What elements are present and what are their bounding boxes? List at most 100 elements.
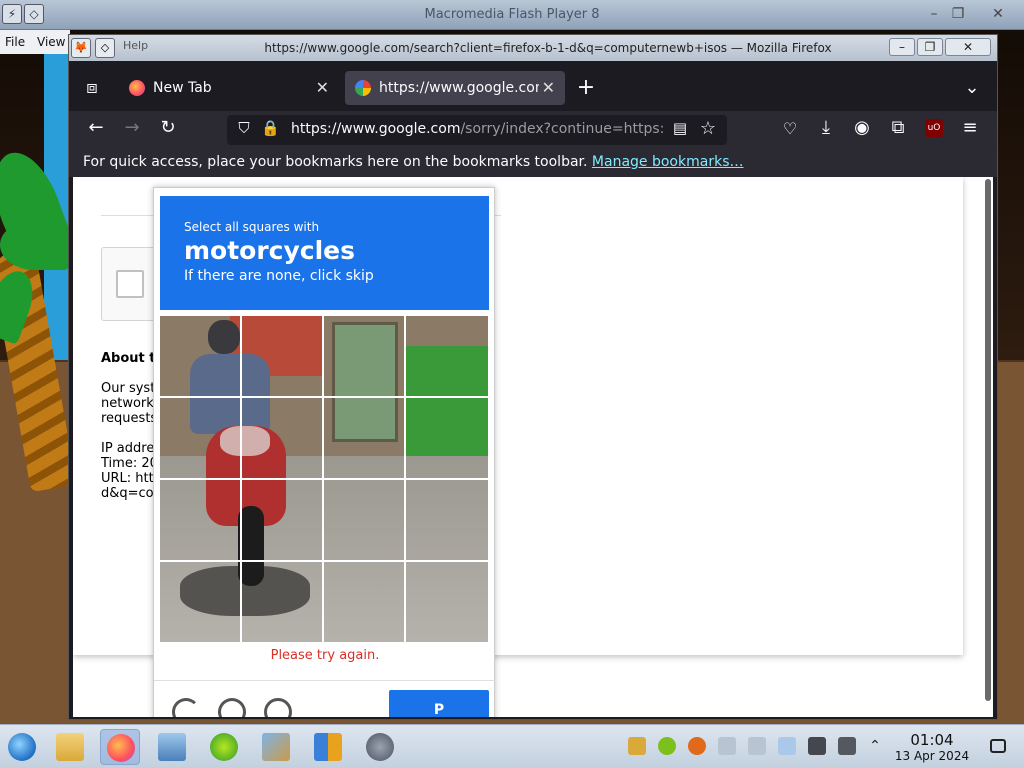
skip-button[interactable]: P — [389, 690, 489, 717]
scene-wall-green — [406, 346, 488, 456]
page-scrollbar[interactable] — [985, 179, 991, 701]
add-icon — [210, 733, 238, 761]
shield-icon[interactable]: ⛉ — [235, 119, 253, 137]
flash-icon — [366, 733, 394, 761]
folder-icon — [56, 733, 84, 761]
google-icon — [355, 80, 371, 96]
list-tabs-icon[interactable]: ⌄ — [961, 77, 983, 98]
url-text[interactable]: https://www.google.com/sorry/index?conti… — [291, 121, 663, 137]
firefox-view-icon[interactable]: ⧈ — [81, 77, 103, 98]
sorry-line: Time: 20 — [101, 456, 158, 471]
scene-door-green — [332, 322, 398, 442]
firefox-titlebar[interactable]: 🦊 ◇ Help https://www.google.com/search?c… — [69, 35, 997, 61]
star-icon[interactable]: ☆ — [699, 118, 717, 139]
tray-volume-muted-icon[interactable] — [838, 737, 856, 755]
url-host: https://www.google.com — [291, 121, 461, 137]
challenge-header: Select all squares with motorcycles If t… — [160, 196, 489, 310]
flash-menubar: File View — [0, 30, 70, 54]
url-path: /sorry/index?continue=https: — [460, 121, 663, 137]
motorcycle-headlight — [220, 426, 270, 456]
skip-button-label: P — [433, 702, 445, 717]
taskbar-firefox[interactable] — [100, 729, 140, 765]
recaptcha-challenge: Select all squares with motorcycles If t… — [153, 187, 496, 717]
menu-view[interactable]: View — [37, 35, 65, 49]
new-tab-icon[interactable]: + — [575, 75, 597, 100]
extensions-icon[interactable]: ⧉ — [887, 117, 909, 138]
bookmarks-hint: For quick access, place your bookmarks h… — [83, 154, 588, 170]
account-icon[interactable]: ◉ — [851, 117, 873, 138]
minimize-icon[interactable]: – — [889, 38, 915, 56]
clock-time: 01:04 — [910, 731, 954, 749]
download-icon[interactable]: ⤓ — [815, 117, 837, 138]
show-desktop-icon[interactable] — [990, 739, 1006, 753]
challenge-hint: If there are none, click skip — [184, 268, 374, 284]
taskbar-cleaner[interactable] — [256, 729, 296, 765]
maximize-icon[interactable]: ❐ — [946, 4, 970, 24]
palm-leaf — [0, 220, 70, 270]
tab-label: New Tab — [153, 80, 212, 96]
tray-usb-icon[interactable] — [778, 737, 796, 755]
tray-cleaner-icon[interactable] — [628, 737, 646, 755]
taskbar-file-manager[interactable] — [50, 729, 90, 765]
close-icon[interactable]: ✕ — [986, 4, 1010, 24]
menu-help[interactable]: Help — [123, 39, 148, 52]
flash-window-title: Macromedia Flash Player 8 — [424, 7, 600, 22]
audio-challenge-icon[interactable] — [218, 698, 246, 717]
flash-window-titlebar[interactable]: ⚡ ◇ Macromedia Flash Player 8 – ❐ ✕ — [0, 0, 1024, 30]
recaptcha-checkbox[interactable] — [116, 270, 144, 298]
tray-keyboard-icon[interactable] — [748, 737, 766, 755]
sorry-line: requests — [101, 411, 158, 426]
firefox-icon — [107, 734, 135, 762]
tray-add-icon[interactable] — [658, 737, 676, 755]
back-icon[interactable]: ← — [85, 117, 107, 138]
reload-challenge-icon[interactable] — [172, 698, 200, 717]
sorry-line: network. — [101, 396, 158, 411]
lock-icon[interactable]: 🔒 — [261, 119, 280, 137]
info-icon[interactable] — [264, 698, 292, 717]
taskbar-clock[interactable]: 01:04 13 Apr 2024 — [890, 731, 974, 763]
close-tab-icon[interactable]: ✕ — [542, 78, 555, 97]
tray-keyboard-icon[interactable] — [718, 737, 736, 755]
challenge-target: motorcycles — [184, 236, 356, 265]
reader-icon[interactable]: ▤ — [671, 119, 689, 137]
menu-file[interactable]: File — [5, 35, 25, 49]
grid-divider — [160, 560, 488, 562]
firefox-window: 🦊 ◇ Help https://www.google.com/search?c… — [68, 34, 998, 720]
grid-divider — [160, 478, 488, 480]
minimize-icon[interactable]: – — [922, 4, 946, 24]
taskbar-control-panel[interactable] — [152, 729, 192, 765]
close-icon[interactable]: ✕ — [945, 38, 991, 56]
taskbar-archive[interactable] — [308, 729, 348, 765]
maximize-icon[interactable]: ❐ — [917, 38, 943, 56]
window-menu-icon[interactable]: ◇ — [95, 38, 115, 58]
start-button[interactable] — [2, 729, 42, 765]
windows-logo-icon — [8, 733, 36, 761]
archive-icon — [314, 733, 342, 761]
challenge-error: Please try again. — [270, 648, 380, 663]
rider-helmet — [208, 320, 240, 354]
tab-google[interactable]: https://www.google.com/ ✕ — [345, 71, 565, 105]
rider-body — [190, 354, 270, 434]
broom-icon — [262, 733, 290, 761]
tab-new-tab[interactable]: New Tab ✕ — [119, 71, 339, 105]
pocket-icon[interactable]: ♡ — [779, 119, 801, 138]
grid-divider — [160, 396, 488, 398]
taskbar: ⌃ 01:04 13 Apr 2024 — [0, 724, 1024, 768]
challenge-image-grid[interactable] — [160, 316, 488, 642]
tray-stop-icon[interactable] — [688, 737, 706, 755]
ublock-icon[interactable]: uO — [925, 119, 943, 137]
firefox-icon — [129, 80, 145, 96]
menu-icon[interactable]: ≡ — [959, 117, 981, 138]
tray-expand-icon[interactable]: ⌃ — [866, 737, 884, 755]
bookmarks-toolbar: For quick access, place your bookmarks h… — [69, 149, 997, 177]
tray-clipboard-icon[interactable] — [808, 737, 826, 755]
url-bar[interactable]: ⛉ 🔒 https://www.google.com/sorry/index?c… — [227, 115, 727, 145]
taskbar-add-app[interactable] — [204, 729, 244, 765]
navigation-toolbar: ← → ↻ ⛉ 🔒 https://www.google.com/sorry/i… — [69, 111, 997, 149]
manage-bookmarks-link[interactable]: Manage bookmarks… — [592, 154, 744, 170]
reload-icon[interactable]: ↻ — [157, 117, 179, 138]
taskbar-flash-player[interactable] — [360, 729, 400, 765]
forward-icon[interactable]: → — [121, 117, 143, 138]
control-panel-icon — [158, 733, 186, 761]
close-tab-icon[interactable]: ✕ — [316, 78, 329, 97]
